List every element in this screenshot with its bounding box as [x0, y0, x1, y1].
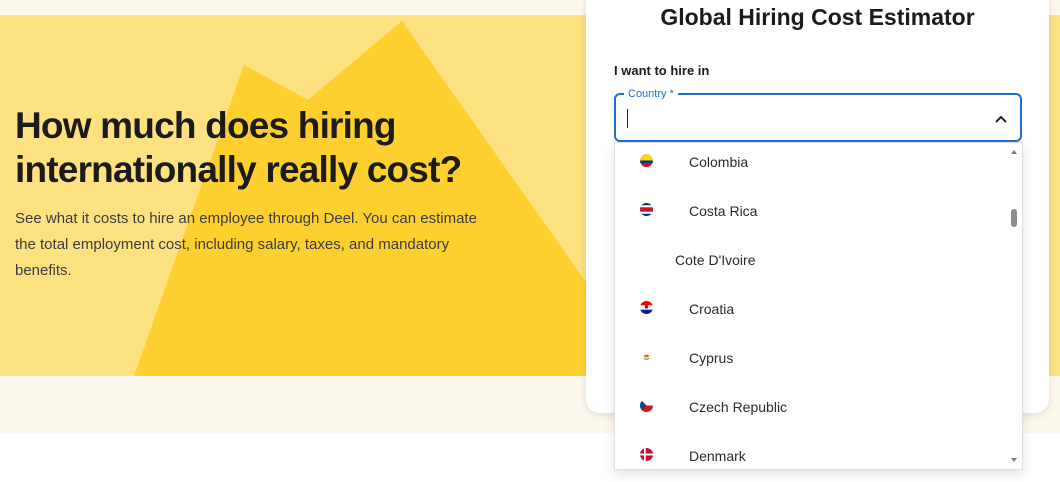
- option-label: Cyprus: [689, 350, 734, 366]
- dropdown-scrollbar[interactable]: [1008, 142, 1020, 468]
- page-title: How much does hiring internationally rea…: [15, 105, 462, 190]
- hero-description: See what it costs to hire an employee th…: [15, 210, 477, 279]
- country-input[interactable]: [630, 105, 970, 131]
- costa-rica-flag-icon: [640, 203, 653, 216]
- colombia-flag-icon: [640, 154, 653, 167]
- option-label: Croatia: [689, 301, 735, 317]
- country-legend: Country *: [624, 87, 678, 101]
- hire-in-label: I want to hire in: [614, 63, 710, 78]
- option-label: Czech Republic: [689, 399, 788, 415]
- option-label: Denmark: [689, 448, 746, 464]
- scroll-up-arrow-icon[interactable]: [1011, 150, 1017, 154]
- scroll-thumb[interactable]: [1011, 209, 1017, 227]
- text-caret: [627, 109, 628, 128]
- denmark-flag-icon: [640, 448, 653, 461]
- scroll-down-arrow-icon[interactable]: [1011, 458, 1017, 462]
- estimator-title: Global Hiring Cost Estimator: [660, 4, 975, 30]
- option-label: Colombia: [689, 154, 749, 170]
- option-costa-rica[interactable]: Costa Rica: [615, 189, 1010, 238]
- country-dropdown-list[interactable]: Colombia Costa Rica Cote D'Ivoire Croati…: [614, 142, 1023, 470]
- chevron-up-icon[interactable]: [994, 112, 1008, 126]
- option-label: Cote D'Ivoire: [675, 252, 756, 268]
- croatia-flag-icon: [640, 301, 653, 314]
- option-croatia[interactable]: Croatia: [615, 287, 1010, 336]
- option-denmark[interactable]: Denmark: [615, 434, 1010, 469]
- czech-republic-flag-icon: [640, 399, 653, 412]
- option-label: Costa Rica: [689, 203, 758, 219]
- cyprus-flag-icon: [640, 350, 653, 363]
- country-field[interactable]: Country *: [614, 87, 1022, 142]
- option-cote-divoire[interactable]: Cote D'Ivoire: [615, 238, 1010, 287]
- option-cyprus[interactable]: Cyprus: [615, 336, 1010, 385]
- option-czech-republic[interactable]: Czech Republic: [615, 385, 1010, 434]
- option-colombia[interactable]: Colombia: [615, 143, 1010, 189]
